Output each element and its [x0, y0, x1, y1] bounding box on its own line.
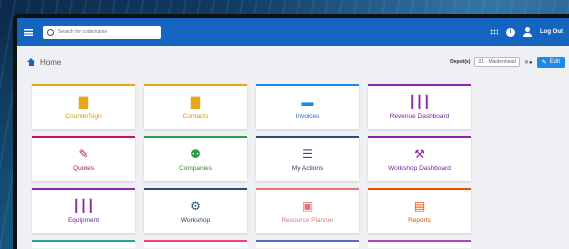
edit-button[interactable]: ✎ Edit: [536, 56, 565, 68]
tile-companies[interactable]: ⚉ Companies: [144, 136, 247, 181]
tile-countersign[interactable]: ▇ CounterSign: [32, 84, 135, 129]
depot-controls: Depot(s) 01 - Maidenhead ✕● ✎ Edit: [450, 56, 569, 68]
top-app-bar: i Log Out: [17, 18, 569, 46]
equipment-barcode-icon: ┃┃┃: [72, 198, 95, 213]
counter-sign-icon: ▇: [78, 94, 89, 109]
tile-partial[interactable]: [368, 240, 471, 248]
edit-icon: ✎: [541, 59, 547, 66]
tile-workshop-dashboard[interactable]: ⚒ Workshop Dashboard: [368, 136, 471, 181]
search-icon: [47, 28, 54, 36]
tile-workshop[interactable]: ⚙ Workshop: [144, 188, 247, 233]
tile-label: Resource Planner: [281, 216, 334, 224]
tile-contacts[interactable]: ▇ Contacts: [144, 84, 247, 129]
tile-invoices[interactable]: ▬ Invoices: [256, 84, 359, 129]
tile-resource-planner[interactable]: ▣ Resource Planner: [256, 188, 359, 233]
home-icon[interactable]: [27, 58, 35, 66]
tile-label: CounterSign: [65, 112, 102, 120]
tile-my-actions[interactable]: ☰ My Actions: [256, 136, 359, 181]
page-title: Home: [40, 57, 62, 67]
workshop-gears-icon: ⚙: [190, 198, 201, 213]
apps-grid-icon[interactable]: [490, 29, 498, 35]
tile-partial[interactable]: [256, 240, 359, 248]
tile-quotes[interactable]: ✎ Quotes: [32, 136, 135, 181]
tile-label: Companies: [179, 164, 212, 172]
resource-planner-icon: ▣: [301, 198, 314, 213]
edit-button-label: Edit: [549, 59, 560, 65]
tile-label: Quotes: [73, 164, 94, 172]
menu-icon[interactable]: [17, 18, 39, 46]
tile-partial[interactable]: [32, 240, 135, 248]
tile-label: Workshop: [180, 216, 211, 224]
user-avatar-icon[interactable]: [523, 27, 532, 37]
my-actions-icon: ☰: [302, 146, 313, 161]
monitor-bezel: i Log Out Home Depot(s) 01 - Maidenhead …: [13, 14, 569, 249]
info-icon[interactable]: i: [506, 27, 515, 37]
workshop-dashboard-icon: ⚒: [414, 146, 425, 161]
search-box[interactable]: [43, 25, 161, 39]
tile-equipment[interactable]: ┃┃┃ Equipment: [32, 188, 135, 233]
tile-reports[interactable]: ▤ Reports: [368, 188, 471, 233]
contacts-icon: ▇: [190, 94, 201, 109]
tile-label: Reports: [408, 216, 431, 224]
tile-label: My Actions: [291, 164, 324, 172]
tile-label: Contacts: [182, 112, 209, 120]
app-screen: i Log Out Home Depot(s) 01 - Maidenhead …: [17, 18, 569, 249]
search-input[interactable]: [58, 29, 158, 35]
revenue-chart-icon: ┃┃┃: [408, 94, 431, 109]
tile-label: Equipment: [67, 216, 100, 224]
tile-label: Revenue Dashboard: [389, 112, 450, 120]
depot-select[interactable]: 01 - Maidenhead: [474, 57, 520, 67]
tile-revenue-dashboard[interactable]: ┃┃┃ Revenue Dashboard: [368, 84, 471, 129]
depot-label: Depot(s): [450, 59, 471, 65]
filter-icon[interactable]: ✕●: [524, 59, 533, 66]
quotes-edit-icon: ✎: [78, 146, 89, 161]
companies-icon: ⚉: [190, 146, 201, 161]
reports-icon: ▤: [413, 198, 426, 213]
breadcrumb: Home Depot(s) 01 - Maidenhead ✕● ✎ Edit: [17, 54, 569, 70]
tile-label: Invoices: [295, 112, 320, 120]
invoices-icon: ▬: [301, 94, 314, 109]
tile-label: Workshop Dashboard: [388, 164, 451, 172]
appbar-actions: i Log Out: [490, 27, 569, 37]
logout-button[interactable]: Log Out: [540, 29, 563, 35]
tile-partial[interactable]: [144, 240, 247, 248]
